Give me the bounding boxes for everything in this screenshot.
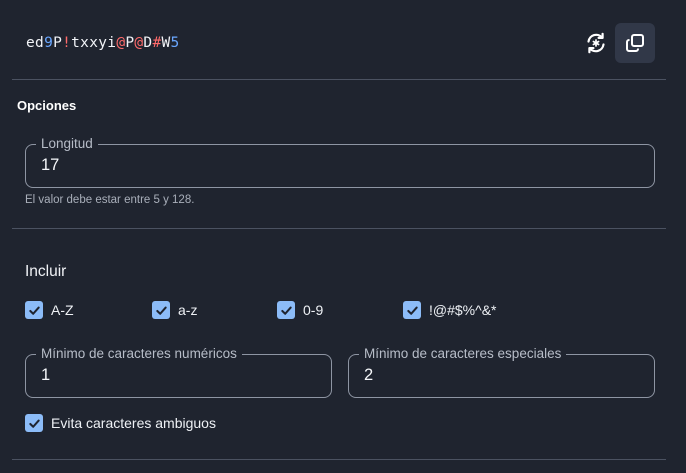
checkbox-avoid-ambiguous[interactable]: Evita caracteres ambiguos <box>25 413 216 433</box>
password-segment: ! <box>62 35 72 51</box>
length-field-value: 17 <box>41 156 60 174</box>
checkbox-checked[interactable] <box>25 414 43 432</box>
min-numbers-field-value: 1 <box>41 366 51 384</box>
include-heading: Incluir <box>25 263 67 280</box>
regenerate-password-button[interactable] <box>576 23 616 63</box>
password-segment: txxyi <box>71 35 117 51</box>
copy-icon <box>626 34 644 52</box>
min-special-field-value: 2 <box>364 366 374 384</box>
refresh-icon <box>587 32 605 54</box>
checkbox-checked[interactable] <box>277 301 295 319</box>
check-icon <box>406 306 418 315</box>
check-icon <box>28 419 40 428</box>
length-field-label: Longitud <box>36 136 98 152</box>
password-segment: 9 <box>44 35 54 51</box>
checkbox-checked[interactable] <box>25 301 43 319</box>
length-field[interactable]: Longitud 17 <box>25 136 655 188</box>
password-segment: W <box>161 35 171 51</box>
checkbox-checked[interactable] <box>152 301 170 319</box>
section-divider <box>12 459 666 460</box>
min-special-field-label: Mínimo de caracteres especiales <box>359 346 567 362</box>
min-numbers-field[interactable]: Mínimo de caracteres numéricos 1 <box>25 346 332 398</box>
checkbox-uppercase-label: A-Z <box>51 302 74 318</box>
check-icon <box>28 306 40 315</box>
checkbox-lowercase[interactable]: a-z <box>152 300 197 320</box>
min-special-field[interactable]: Mínimo de caracteres especiales 2 <box>348 346 655 398</box>
checkbox-special[interactable]: !@#$%^&* <box>403 300 496 320</box>
password-segment: P <box>53 35 63 51</box>
checkbox-lowercase-label: a-z <box>178 302 198 318</box>
checkbox-checked[interactable] <box>403 301 421 319</box>
password-segment: ed <box>26 35 45 51</box>
copy-password-button[interactable] <box>615 23 655 63</box>
password-segment: @ <box>116 35 126 51</box>
generated-password-row: ed9P!txxyi@P@D#W5 <box>12 0 666 80</box>
checkbox-special-label: !@#$%^&* <box>429 302 497 318</box>
generated-password: ed9P!txxyi@P@D#W5 <box>26 35 180 51</box>
password-segment: 5 <box>170 35 180 51</box>
check-icon <box>155 306 167 315</box>
min-numbers-field-label: Mínimo de caracteres numéricos <box>36 346 242 362</box>
check-icon <box>280 306 292 315</box>
section-divider <box>12 228 666 229</box>
length-hint: El valor debe estar entre 5 y 128. <box>25 194 195 206</box>
checkbox-uppercase[interactable]: A-Z <box>25 300 74 320</box>
checkbox-avoid-ambiguous-label: Evita caracteres ambiguos <box>51 415 216 431</box>
options-heading: Opciones <box>17 98 77 113</box>
checkbox-numbers-label: 0-9 <box>303 302 324 318</box>
checkbox-numbers[interactable]: 0-9 <box>277 300 323 320</box>
